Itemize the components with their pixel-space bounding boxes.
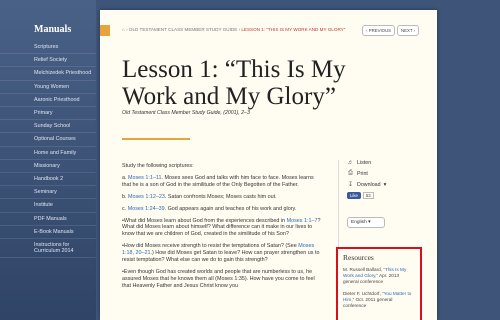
- resources-panel: Resources M. Russell Ballard, “This Is M…: [336, 247, 422, 320]
- question-text: •How did Moses receive strength to resis…: [122, 243, 299, 250]
- sidebar-item-seminary[interactable]: Seminary: [0, 186, 96, 200]
- sidebar-item-ebook-manuals[interactable]: E-Book Manuals: [0, 226, 96, 240]
- print-label: Print: [357, 170, 368, 177]
- download-button[interactable]: ↧ Download ▾: [347, 181, 423, 189]
- question-text: •What did Moses learn about God from the…: [122, 217, 287, 224]
- bookmark-tab[interactable]: [100, 25, 110, 36]
- download-label: Download: [357, 181, 381, 188]
- sidebar-item-relief-society[interactable]: Relief Society: [0, 54, 96, 68]
- page-title: Lesson 1: “This Is My Work and My Glory”: [122, 56, 346, 110]
- question-paragraph: •How did Moses receive strength to resis…: [122, 243, 322, 264]
- language-value: English: [351, 220, 367, 225]
- resources-title: Resources: [343, 253, 374, 262]
- scripture-link[interactable]: Moses 1:1–7: [287, 218, 318, 224]
- breadcrumb: ⌂ › OLD TESTAMENT CLASS MEMBER STUDY GUI…: [122, 27, 345, 32]
- next-button[interactable]: NEXT ›: [396, 25, 419, 36]
- print-icon: ⎙: [348, 170, 353, 176]
- scripture-item: b. Moses 1:12–23. Satan confronts Moses;…: [122, 194, 322, 201]
- sidebar-item-aaronic-priesthood[interactable]: Aaronic Priesthood: [0, 94, 96, 108]
- like-button[interactable]: Like: [347, 192, 361, 199]
- scripture-link[interactable]: Moses 1:12–23: [128, 194, 165, 200]
- download-icon: ↧: [347, 182, 354, 188]
- scripture-link[interactable]: Moses 1:24–39: [128, 206, 165, 212]
- scripture-item: a. Moses 1:1–11. Moses sees God and talk…: [122, 175, 322, 189]
- previous-button[interactable]: ‹ PREVIOUS: [362, 25, 395, 36]
- language-select[interactable]: English ▾: [347, 217, 385, 228]
- like-count: 53: [362, 192, 374, 199]
- title-divider: [122, 138, 190, 140]
- breadcrumb-separator-icon: ›: [126, 27, 128, 32]
- content-card: ⌂ › OLD TESTAMENT CLASS MEMBER STUDY GUI…: [100, 10, 437, 320]
- resource-author: Dieter F. Uchtdorf,: [343, 291, 383, 296]
- sidebar-item-pdf-manuals[interactable]: PDF Manuals: [0, 213, 96, 226]
- breadcrumb-parent[interactable]: OLD TESTAMENT CLASS MEMBER STUDY GUIDE: [129, 27, 237, 32]
- scripture-text: . Satan confronts Moses; Moses casts him…: [164, 193, 277, 200]
- list-marker: b.: [122, 193, 127, 200]
- question-paragraph: •Even though God has created worlds and …: [122, 268, 315, 289]
- sidebar-item-primary[interactable]: Primary: [0, 107, 96, 121]
- intro-text: Study the following scriptures:: [122, 163, 194, 169]
- sidebar-item-missionary[interactable]: Missionary: [0, 160, 96, 174]
- print-button[interactable]: ⎙ Print: [347, 170, 423, 177]
- list-marker: a.: [122, 174, 127, 181]
- lesson-body: Study the following scriptures: a. Moses…: [122, 163, 322, 295]
- breadcrumb-current: LESSON 1: “THIS IS MY WORK AND MY GLORY”: [241, 27, 346, 32]
- speaker-icon: ♬: [347, 160, 354, 166]
- sidebar-item-handbook-2[interactable]: Handbook 2: [0, 173, 96, 187]
- scripture-item: c. Moses 1:24–39. God appears again and …: [122, 206, 322, 213]
- question-text: .) How did Moses get Satan to leave? How…: [122, 250, 320, 264]
- sidebar-item-scriptures[interactable]: Scriptures: [0, 41, 96, 55]
- home-icon[interactable]: ⌂: [122, 27, 125, 32]
- sidebar-item-instructions-2014[interactable]: Instructions for Curriculum 2014: [0, 239, 96, 259]
- scripture-link[interactable]: Moses 1:1–11: [128, 175, 161, 181]
- sidebar-title: Manuals: [34, 24, 72, 35]
- sidebar-item-optional-courses[interactable]: Optional Courses: [0, 133, 96, 147]
- resource-item: M. Russell Ballard, “This Is My Work and…: [343, 267, 415, 285]
- sidebar: Manuals Scriptures Relief Society Melchi…: [0, 0, 96, 320]
- resource-author: M. Russell Ballard,: [343, 267, 384, 272]
- question-paragraph: •What did Moses learn about God from the…: [122, 218, 322, 239]
- sidebar-item-young-women[interactable]: Young Women: [0, 81, 96, 94]
- chevron-down-icon: ▾: [383, 181, 387, 188]
- pager: ‹ PREVIOUS NEXT ›: [362, 25, 419, 36]
- sidebar-item-sunday-school[interactable]: Sunday School: [0, 120, 96, 134]
- resource-item: Dieter F. Uchtdorf, “You Matter to Him,”…: [343, 291, 415, 309]
- sidebar-item-melchizedek-priesthood[interactable]: Melchizedek Priesthood: [0, 67, 96, 81]
- page-subtitle: Old Testament Class Member Study Guide, …: [122, 110, 250, 116]
- sidebar-item-home-and-family[interactable]: Home and Family: [0, 147, 96, 160]
- chevron-down-icon: ▾: [368, 220, 371, 225]
- breadcrumb-separator-icon: ›: [238, 27, 241, 32]
- listen-button[interactable]: ♬ Listen: [347, 160, 423, 166]
- scripture-text: . God appears again and teaches of his w…: [164, 205, 297, 212]
- sidebar-list: Scriptures Relief Society Melchizedek Pr…: [0, 41, 96, 259]
- like-widget: Like 53: [347, 192, 423, 199]
- listen-label: Listen: [357, 160, 372, 166]
- sidebar-item-institute[interactable]: Institute: [0, 199, 96, 213]
- list-marker: c.: [122, 205, 127, 212]
